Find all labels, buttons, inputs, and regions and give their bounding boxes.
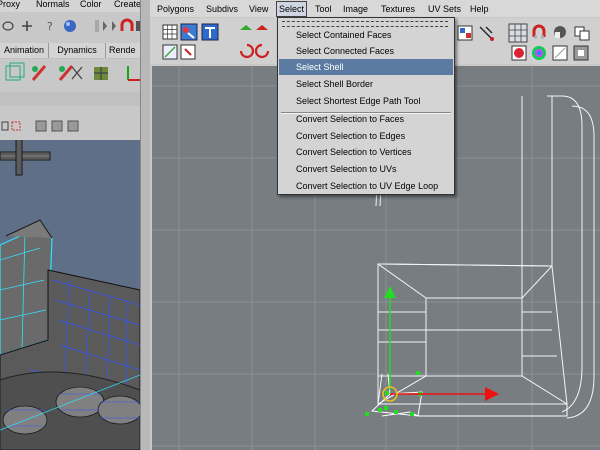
rotate-cw-icon[interactable]: [254, 43, 270, 59]
pixel-snap-icon[interactable]: [573, 45, 589, 61]
menu-polygons[interactable]: Polygons: [155, 2, 196, 16]
menu-view[interactable]: View: [247, 2, 270, 16]
menu-item-select-contained-faces[interactable]: Select Contained Faces: [279, 27, 453, 43]
shelf: [0, 60, 146, 88]
color-channel-icon[interactable]: [511, 45, 527, 61]
menu-help[interactable]: Help: [468, 2, 491, 16]
menu-item-select-shell-border[interactable]: Select Shell Border: [279, 76, 453, 92]
menu-item-convert-to-edges[interactable]: Convert Selection to Edges: [279, 128, 453, 144]
menu-color[interactable]: Color: [80, 0, 102, 9]
selected-faces: [370, 373, 568, 417]
grid-icon[interactable]: [508, 23, 528, 43]
knife-tool-icon[interactable]: [31, 65, 47, 81]
move-manipulator[interactable]: [382, 286, 499, 402]
camera-icon[interactable]: [51, 120, 63, 132]
frame-icon[interactable]: [1, 121, 9, 131]
left-menubar: Proxy Normals Color Create: [0, 0, 146, 12]
alpha-icon[interactable]: [552, 45, 568, 61]
status-line-icons[interactable]: ?: [0, 12, 146, 40]
tank-model-wireframe: [0, 140, 140, 450]
menu-proxy[interactable]: Proxy: [0, 0, 20, 9]
move-x-handle[interactable]: [485, 387, 499, 401]
menu-uv-sets[interactable]: UV Sets: [426, 2, 463, 16]
menu-item-convert-to-uvs[interactable]: Convert Selection to UVs: [279, 161, 453, 177]
magnet-icon[interactable]: [120, 18, 134, 31]
menu-select[interactable]: Select: [276, 1, 308, 17]
menu-item-select-shell[interactable]: Select Shell: [279, 59, 453, 75]
flip-u-icon[interactable]: [240, 25, 268, 30]
menu-item-convert-to-faces[interactable]: Convert Selection to Faces: [279, 111, 453, 127]
uv-checker-icon[interactable]: [162, 24, 178, 40]
cut-faces-icon[interactable]: [58, 65, 74, 81]
isolate-icon[interactable]: [67, 120, 79, 132]
menu-textures[interactable]: Textures: [379, 2, 417, 16]
uv-layout-icon[interactable]: [180, 44, 196, 60]
uv-snapshot-icon[interactable]: [162, 44, 178, 60]
split-icon[interactable]: [71, 66, 83, 80]
axis-icon[interactable]: [127, 66, 140, 81]
wire-cube-icon[interactable]: [5, 62, 25, 81]
antenna: [15, 140, 23, 176]
panel-menubar: [0, 92, 140, 106]
select-menu-dropdown: Select Contained Faces Select Connected …: [277, 17, 455, 195]
menu-item-select-shortest-edge-path[interactable]: Select Shortest Edge Path Tool: [279, 93, 453, 109]
panel-toolbar: [0, 118, 140, 136]
perspective-viewport[interactable]: [0, 140, 140, 450]
menu-tool[interactable]: Tool: [313, 2, 334, 16]
left-maya-window: Proxy Normals Color Create ? Animation D…: [0, 0, 146, 450]
menu-normals[interactable]: Normals: [36, 0, 70, 9]
editor-menubar: Polygons Subdivs View Select Tool Image …: [150, 0, 600, 17]
shelf-tabs: Animation Dynamics Rende: [0, 43, 146, 59]
question-icon[interactable]: ?: [47, 20, 53, 33]
isolate-icon[interactable]: [479, 26, 494, 41]
menu-item-convert-to-uv-edge-loop[interactable]: Convert Selection to UV Edge Loop: [279, 178, 453, 194]
uv-texture-editor: Polygons Subdivs View Select Tool Image …: [150, 0, 600, 450]
tab-dynamics[interactable]: Dynamics: [49, 43, 106, 58]
display-rgb-icon[interactable]: [574, 26, 590, 41]
left-status-line: ?: [0, 12, 146, 40]
box-icon[interactable]: [94, 67, 108, 80]
grid-icon[interactable]: [35, 120, 47, 132]
svg-text:?: ?: [47, 20, 53, 33]
dim-image-icon[interactable]: [554, 26, 566, 38]
color-wheel-icon[interactable]: [532, 46, 546, 60]
rotate-ccw-icon[interactable]: [239, 43, 255, 59]
plus-icon[interactable]: [22, 21, 32, 31]
menu-subdivs[interactable]: Subdivs: [204, 2, 240, 16]
menu-item-convert-to-vertices[interactable]: Convert Selection to Vertices: [279, 144, 453, 160]
menu-image[interactable]: Image: [341, 2, 370, 16]
lasso-icon[interactable]: [2, 21, 14, 31]
menu-create[interactable]: Create: [114, 0, 141, 9]
menu-item-select-connected-faces[interactable]: Select Connected Faces: [279, 43, 453, 59]
magnet-icon[interactable]: [532, 24, 546, 39]
uv-move-icon[interactable]: [180, 23, 198, 41]
tab-animation[interactable]: Animation: [0, 43, 49, 58]
uv-cut-icon[interactable]: [201, 23, 219, 41]
uv-image-icon[interactable]: [457, 25, 473, 41]
select-icon[interactable]: [11, 121, 21, 131]
sphere-icon[interactable]: [64, 20, 76, 32]
